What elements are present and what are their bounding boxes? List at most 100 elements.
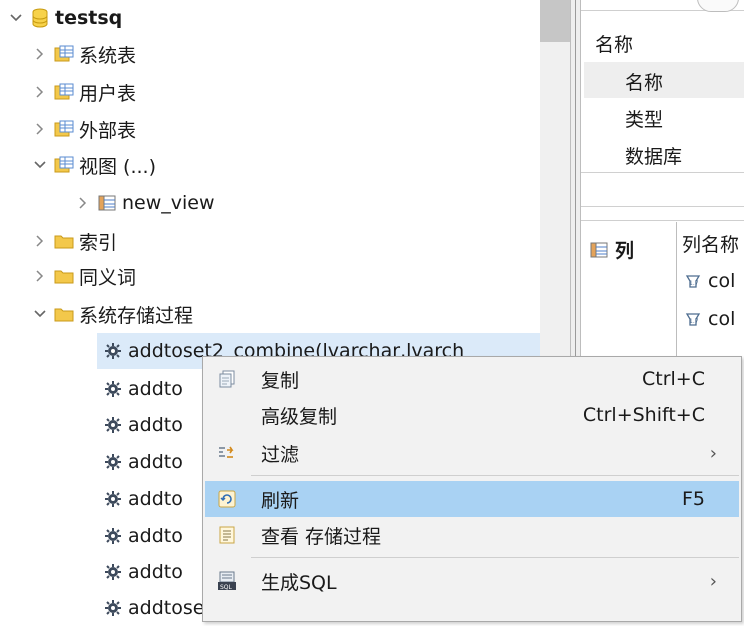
procedure-gear-icon <box>103 562 123 582</box>
tree-node-label: 索引 <box>79 231 118 254</box>
tree-node-system-tables[interactable]: 系统表 <box>32 36 136 72</box>
tree-node-label: addto <box>128 414 183 436</box>
menu-item-label: 高级复制 <box>261 405 338 428</box>
document-icon <box>217 525 237 545</box>
menu-separator <box>251 475 739 476</box>
menu-item-filter[interactable]: 过滤 › <box>205 435 739 471</box>
folder-icon <box>54 304 74 324</box>
tree-node-label: 系统存储过程 <box>79 304 194 327</box>
prop-header-row <box>584 62 744 98</box>
tree-node-label: addto <box>128 451 183 473</box>
divider <box>581 172 744 173</box>
menu-item-generate-sql[interactable]: SQL 生成SQL › <box>205 563 739 599</box>
database-icon <box>30 8 50 28</box>
column-name: col <box>708 308 736 330</box>
tree-node-procedure[interactable]: addto <box>103 554 183 590</box>
tree-node-procedure[interactable]: addto <box>103 371 183 407</box>
chevron-down-icon[interactable] <box>32 306 48 322</box>
tree-node-procedure[interactable]: addto <box>103 407 183 443</box>
chevron-right-icon[interactable] <box>32 233 48 249</box>
tree-node-label: addto <box>128 525 183 547</box>
menu-item-copy[interactable]: 复制 Ctrl+C <box>205 361 739 397</box>
chevron-right-icon[interactable] <box>32 268 48 284</box>
svg-text:SQL: SQL <box>220 584 233 591</box>
table-folder-icon <box>54 44 74 64</box>
prop-name: 名称 <box>625 72 664 94</box>
procedure-gear-icon <box>103 526 123 546</box>
chevron-right-icon[interactable] <box>32 84 48 100</box>
tree-node-procedure[interactable]: addto <box>103 444 183 480</box>
prop-type: 类型 <box>625 109 664 131</box>
procedure-gear-icon <box>103 341 123 361</box>
folder-icon <box>54 266 74 286</box>
tree-node-system-procedures[interactable]: 系统存储过程 <box>32 296 193 332</box>
column-type-icon: 1.7 <box>683 271 703 291</box>
column-type-icon: 1.7 <box>683 309 703 329</box>
tab-strip <box>581 220 744 221</box>
copy-icon <box>217 369 237 389</box>
menu-item-refresh[interactable]: 刷新 F5 <box>205 481 739 517</box>
procedure-gear-icon <box>103 452 123 472</box>
refresh-icon <box>217 489 237 509</box>
menu-item-shortcut: Ctrl+Shift+C <box>582 404 705 426</box>
tab-columns-label: 列 <box>615 240 635 262</box>
tree-node-label: 同义词 <box>79 266 137 289</box>
menu-item-label: 生成SQL <box>261 571 337 594</box>
tree-node-external-tables[interactable]: 外部表 <box>32 111 136 147</box>
section-title: 名称 <box>595 34 634 56</box>
tree-node-procedure[interactable]: addto <box>103 481 183 517</box>
column-row[interactable]: 1.7 col <box>683 308 735 330</box>
view-icon <box>97 193 117 213</box>
tree-node-label: 外部表 <box>79 119 137 142</box>
tree-node-synonyms[interactable]: 同义词 <box>32 258 136 294</box>
menu-item-label: 查看 存储过程 <box>261 525 382 548</box>
tree-node-label: addto <box>128 378 183 400</box>
folder-icon <box>54 231 74 251</box>
divider <box>581 206 744 207</box>
prop-database: 数据库 <box>625 146 683 168</box>
tree-node-label: new_view <box>122 192 215 214</box>
menu-separator <box>251 557 739 558</box>
svg-text:1.7: 1.7 <box>689 280 699 287</box>
column-header: 列名称 <box>682 234 740 256</box>
menu-item-view-procedure[interactable]: 查看 存储过程 <box>205 517 739 553</box>
chevron-right-icon[interactable] <box>75 195 91 211</box>
tree-node-label: 视图 (...) <box>79 155 156 178</box>
tree-node-label: testsq <box>55 7 123 29</box>
menu-item-shortcut: F5 <box>681 488 705 510</box>
procedure-gear-icon <box>103 415 123 435</box>
submenu-arrow-icon: › <box>709 570 717 592</box>
menu-item-label: 过滤 <box>261 443 300 466</box>
submenu-arrow-icon: › <box>709 442 717 464</box>
tree-node-label: 系统表 <box>79 44 137 67</box>
tab-columns[interactable]: 列 <box>589 236 634 263</box>
column-name: col <box>708 270 736 292</box>
procedure-gear-icon <box>103 489 123 509</box>
procedure-gear-icon <box>103 379 123 399</box>
chevron-down-icon[interactable] <box>32 157 48 173</box>
table-folder-icon <box>54 119 74 139</box>
context-menu: 复制 Ctrl+C 高级复制 Ctrl+Shift+C 过滤 › 刷新 F5 查… <box>202 356 742 622</box>
tree-node-label: addto <box>128 488 183 510</box>
tree-node-indexes[interactable]: 索引 <box>32 223 117 259</box>
tree-node-label: addto <box>128 561 183 583</box>
chevron-right-icon[interactable] <box>32 46 48 62</box>
view-folder-icon <box>54 155 74 175</box>
tree-node-user-tables[interactable]: 用户表 <box>32 74 136 110</box>
tree-node-views[interactable]: 视图 (...) <box>32 147 156 183</box>
sql-icon: SQL <box>217 571 237 591</box>
scrollbar-thumb[interactable] <box>540 0 570 42</box>
chevron-down-icon[interactable] <box>8 10 24 26</box>
table-folder-icon <box>54 82 74 102</box>
menu-item-shortcut: Ctrl+C <box>642 368 705 390</box>
tree-node-testsq[interactable]: testsq <box>8 0 122 36</box>
filter-icon <box>217 443 237 463</box>
columns-icon <box>589 240 609 260</box>
chevron-right-icon[interactable] <box>32 121 48 137</box>
menu-item-advanced-copy[interactable]: 高级复制 Ctrl+Shift+C <box>205 397 739 433</box>
menu-item-label: 刷新 <box>261 489 300 512</box>
column-row[interactable]: 1.7 col <box>683 270 735 292</box>
menu-item-label: 复制 <box>261 369 300 392</box>
tree-node-procedure[interactable]: addto <box>103 518 183 554</box>
tree-node-new-view[interactable]: new_view <box>75 185 215 221</box>
